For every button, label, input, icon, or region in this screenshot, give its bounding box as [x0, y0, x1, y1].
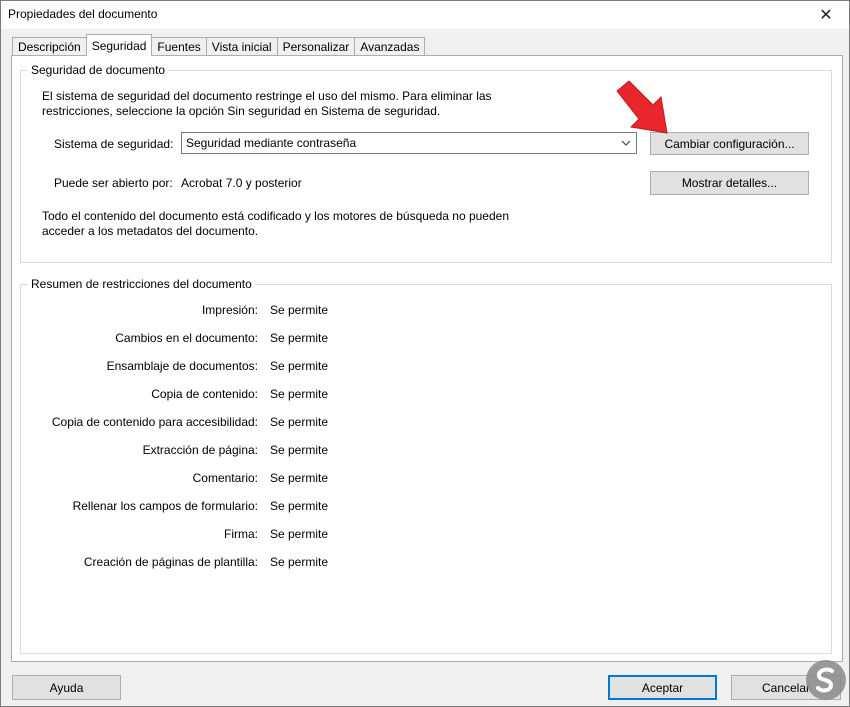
- properties-dialog: Propiedades del documento ✕ Descripción …: [0, 0, 850, 707]
- restriction-value: Se permite: [270, 359, 329, 373]
- arrow-annotation-icon: [616, 80, 668, 134]
- restriction-label: Creación de páginas de plantilla:: [83, 555, 258, 569]
- group-title: Seguridad de documento: [28, 63, 169, 77]
- tab-avanzadas[interactable]: Avanzadas: [354, 37, 426, 56]
- tab-personalizar[interactable]: Personalizar: [276, 37, 356, 56]
- restriction-value: Se permite: [270, 555, 329, 569]
- tab-fuentes[interactable]: Fuentes: [151, 37, 207, 56]
- opened-by-label: Puede ser abierto por:: [54, 176, 173, 190]
- restriction-value: Se permite: [270, 443, 329, 457]
- security-description-line2: restricciones, seleccione la opción Sin …: [42, 104, 441, 118]
- restriction-label: Copia de contenido:: [151, 387, 258, 401]
- tab-seguridad[interactable]: Seguridad: [85, 34, 153, 56]
- restriction-label: Firma:: [224, 527, 258, 541]
- tab-strip: Descripción Seguridad Fuentes Vista inic…: [12, 34, 426, 56]
- tab-vista-inicial[interactable]: Vista inicial: [205, 37, 278, 56]
- restriction-value: Se permite: [270, 499, 329, 513]
- tab-descripcion[interactable]: Descripción: [12, 37, 87, 56]
- security-description-line1: El sistema de seguridad del documento re…: [42, 89, 492, 103]
- security-system-value: Seguridad mediante contraseña: [186, 136, 357, 150]
- restriction-label: Extracción de página:: [142, 443, 258, 457]
- restriction-value: Se permite: [270, 471, 329, 485]
- close-icon[interactable]: ✕: [803, 1, 849, 29]
- window-title: Propiedades del documento: [8, 7, 158, 21]
- restriction-value: Se permite: [270, 527, 329, 541]
- restriction-label: Rellenar los campos de formulario:: [72, 499, 258, 513]
- restriction-value: Se permite: [270, 331, 329, 345]
- restriction-value: Se permite: [270, 303, 329, 317]
- restriction-label: Copia de contenido para accesibilidad:: [51, 415, 258, 429]
- security-system-label: Sistema de seguridad:: [54, 137, 174, 151]
- restriction-label: Comentario:: [192, 471, 258, 485]
- encryption-note-line1: Todo el contenido del documento está cod…: [42, 209, 509, 223]
- restriction-label: Impresión:: [201, 303, 258, 317]
- logo-icon: [806, 660, 846, 700]
- restriction-label: Ensamblaje de documentos:: [106, 359, 258, 373]
- show-details-button[interactable]: Mostrar detalles...: [650, 171, 809, 195]
- restriction-value: Se permite: [270, 415, 329, 429]
- title-bar: Propiedades del documento ✕: [1, 1, 849, 29]
- restriction-value: Se permite: [270, 387, 329, 401]
- help-button[interactable]: Ayuda: [12, 675, 121, 700]
- accept-button[interactable]: Aceptar: [608, 675, 717, 700]
- group-title: Resumen de restricciones del documento: [28, 277, 255, 291]
- restriction-label: Cambios en el documento:: [115, 331, 258, 345]
- opened-by-value: Acrobat 7.0 y posterior: [181, 176, 302, 190]
- encryption-note-line2: acceder a los metadatos del documento.: [42, 224, 259, 238]
- security-system-select[interactable]: Seguridad mediante contraseña: [181, 132, 637, 154]
